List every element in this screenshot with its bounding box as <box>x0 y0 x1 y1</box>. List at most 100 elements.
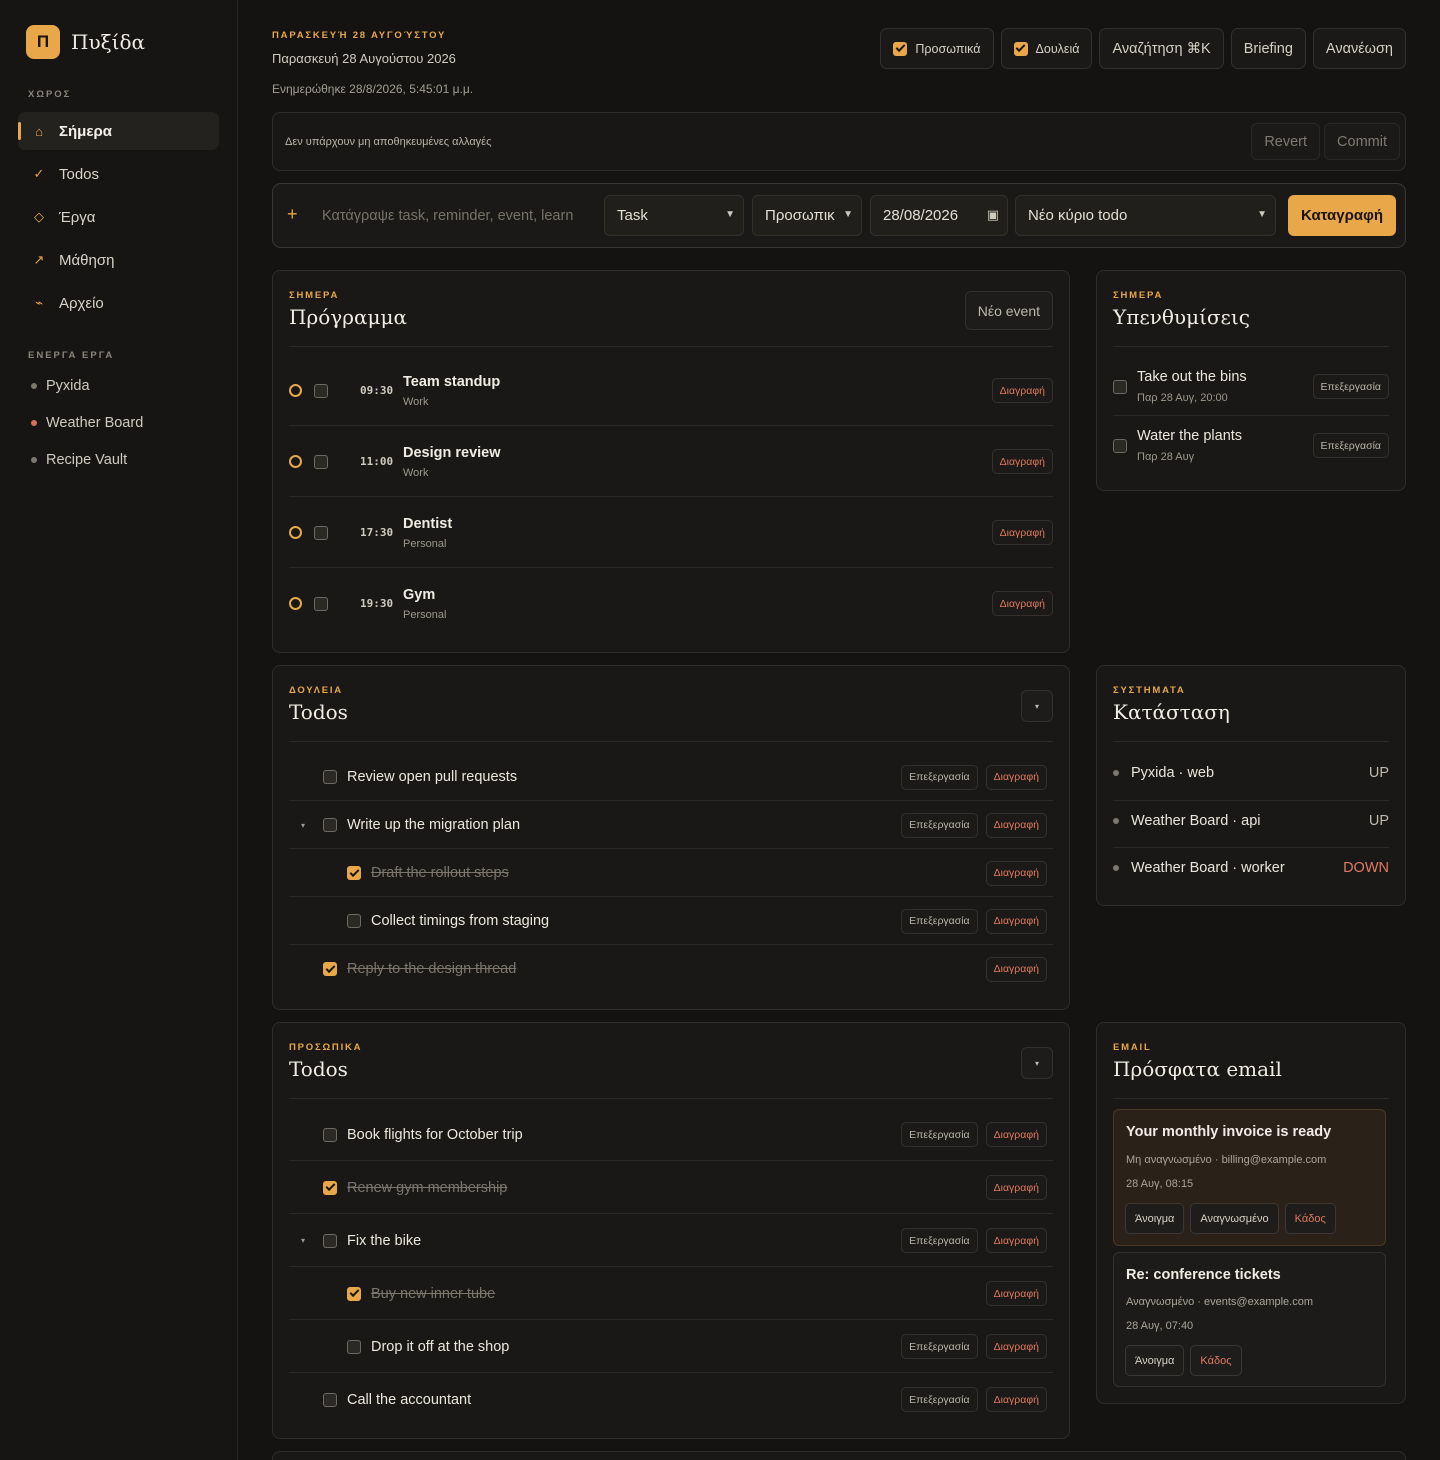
date-input[interactable]: 28/08/2026 ▣ <box>870 195 1008 236</box>
filter-work-toggle[interactable]: Δουλειά <box>1000 28 1093 69</box>
delete-button[interactable]: Διαγραφή <box>985 860 1047 886</box>
refresh-button[interactable]: Ανανέωση <box>1312 28 1406 69</box>
brand[interactable]: Π Πυξίδα <box>26 25 145 59</box>
project-item-weather-board[interactable]: Weather Board <box>31 415 143 431</box>
reminder-row[interactable]: Take out the bins Παρ 28 Αυγ, 20:00 Επεξ… <box>1113 357 1389 416</box>
reminder-row[interactable]: Water the plants Παρ 28 Αυγ Επεξεργασία <box>1113 416 1389 475</box>
parent-todo-select[interactable]: Νέο κύριο todo ▼ <box>1015 195 1276 236</box>
edit-button[interactable]: Επεξεργασία <box>901 1334 978 1359</box>
delete-button[interactable]: Διαγραφή <box>985 812 1047 838</box>
todo-row[interactable]: Review open pull requests Επεξεργασία Δι… <box>289 753 1053 801</box>
delete-button[interactable]: Διαγραφή <box>985 908 1047 934</box>
reminder-checkbox[interactable] <box>1113 438 1127 453</box>
trash-button[interactable]: Κάδος <box>1190 1345 1242 1376</box>
event-row[interactable]: 11:00 Design review Work Διαγραφή <box>289 426 1053 497</box>
todo-checkbox-checked[interactable] <box>323 962 337 976</box>
todo-checkbox[interactable] <box>323 1392 337 1407</box>
scope-select[interactable]: Προσωπικ ▼ <box>752 195 862 236</box>
event-checkbox[interactable] <box>314 596 328 611</box>
divider <box>1113 800 1389 801</box>
delete-button[interactable]: Διαγραφή <box>985 1334 1047 1359</box>
event-row[interactable]: 09:30 Team standup Work Διαγραφή <box>289 355 1053 426</box>
expand-caret-icon[interactable]: ▾ <box>301 821 305 830</box>
todo-row[interactable]: Reply to the design thread Διαγραφή <box>289 945 1053 993</box>
search-button[interactable]: Αναζήτηση ⌘K <box>1099 28 1224 69</box>
checkbox-checked[interactable] <box>893 41 908 56</box>
delete-button[interactable]: Διαγραφή <box>985 1281 1047 1306</box>
event-row[interactable]: 19:30 Gym Personal Διαγραφή <box>289 568 1053 639</box>
checkbox-checked[interactable] <box>1013 41 1028 56</box>
delete-button[interactable]: Διαγραφή <box>991 591 1053 616</box>
todo-checkbox[interactable] <box>347 914 361 928</box>
todo-row-child[interactable]: Buy new inner tube Διαγραφή <box>289 1267 1053 1320</box>
event-row[interactable]: 17:30 Dentist Personal Διαγραφή <box>289 497 1053 568</box>
todo-checkbox[interactable] <box>323 770 337 784</box>
todo-checkbox[interactable] <box>323 1233 337 1248</box>
reminder-title: Water the plants <box>1137 428 1243 444</box>
email-item[interactable]: Re: conference tickets Αναγνωσμένο · eve… <box>1113 1252 1386 1387</box>
project-item-pyxida[interactable]: Pyxida <box>31 378 90 394</box>
filter-personal-toggle[interactable]: Προσωπικά <box>880 28 994 69</box>
sidebar-item-today[interactable]: ⌂ Σήμερα <box>18 112 219 150</box>
edit-button[interactable]: Επεξεργασία <box>1312 374 1389 399</box>
delete-button[interactable]: Διαγραφή <box>985 1228 1047 1253</box>
collapse-button[interactable]: ▾ <box>1021 1047 1053 1079</box>
edit-button[interactable]: Επεξεργασία <box>901 812 978 838</box>
edit-button[interactable]: Επεξεργασία <box>901 908 978 934</box>
trash-button[interactable]: Κάδος <box>1284 1203 1336 1234</box>
edit-button[interactable]: Επεξεργασία <box>901 1387 978 1412</box>
email-subject: Your monthly invoice is ready <box>1126 1124 1332 1140</box>
capture-input[interactable]: Κατάγραψε task, reminder, event, learn <box>322 208 573 224</box>
edit-button[interactable]: Επεξεργασία <box>901 764 978 790</box>
todo-checkbox[interactable] <box>347 1339 361 1354</box>
todo-row-child[interactable]: Drop it off at the shop Επεξεργασία Διαγ… <box>289 1320 1053 1373</box>
collapse-button[interactable]: ▾ <box>1021 690 1053 722</box>
delete-button[interactable]: Διαγραφή <box>985 764 1047 790</box>
sidebar-item-projects[interactable]: ◇ Έργα <box>18 198 219 236</box>
todo-row[interactable]: ▾ Fix the bike Επεξεργασία Διαγραφή <box>289 1214 1053 1267</box>
delete-button[interactable]: Διαγραφή <box>991 449 1053 474</box>
open-email-button[interactable]: Άνοιγμα <box>1125 1203 1185 1234</box>
sidebar-item-learning[interactable]: ↗ Μάθηση <box>18 241 219 279</box>
mark-read-button[interactable]: Αναγνωσμένο <box>1190 1203 1279 1234</box>
revert-button[interactable]: Revert <box>1251 123 1321 160</box>
edit-button[interactable]: Επεξεργασία <box>901 1228 978 1253</box>
todo-row[interactable]: Book flights for October trip Επεξεργασί… <box>289 1108 1053 1161</box>
todo-checkbox-checked[interactable] <box>347 1286 361 1301</box>
capture-submit-button[interactable]: Καταγραφή <box>1288 195 1396 236</box>
todo-checkbox-checked[interactable] <box>347 866 361 880</box>
todo-checkbox-checked[interactable] <box>323 1180 337 1195</box>
new-event-button[interactable]: Νέο event <box>964 291 1053 330</box>
delete-button[interactable]: Διαγραφή <box>991 520 1053 545</box>
delete-button[interactable]: Διαγραφή <box>985 956 1047 982</box>
todo-row[interactable]: ▾ Write up the migration plan Επεξεργασί… <box>289 801 1053 849</box>
sidebar-item-todos[interactable]: ✓ Todos <box>18 155 219 193</box>
delete-button[interactable]: Διαγραφή <box>991 378 1053 403</box>
app-logo: Π <box>26 25 60 59</box>
delete-button[interactable]: Διαγραφή <box>985 1175 1047 1200</box>
todo-row-child[interactable]: Draft the rollout steps Διαγραφή <box>289 849 1053 897</box>
edit-button[interactable]: Επεξεργασία <box>901 1122 978 1147</box>
edit-button[interactable]: Επεξεργασία <box>1312 433 1389 458</box>
reminder-checkbox[interactable] <box>1113 379 1127 394</box>
type-select[interactable]: Task ▼ <box>604 195 744 236</box>
sidebar-item-label: Todos <box>59 165 100 183</box>
status-dot <box>31 420 37 426</box>
delete-button[interactable]: Διαγραφή <box>985 1122 1047 1147</box>
todo-row[interactable]: Renew gym membership Διαγραφή <box>289 1161 1053 1214</box>
commit-button[interactable]: Commit <box>1324 123 1400 160</box>
event-checkbox[interactable] <box>314 525 328 540</box>
todo-checkbox[interactable] <box>323 1127 337 1142</box>
todo-row-child[interactable]: Collect timings from staging Επεξεργασία… <box>289 897 1053 945</box>
briefing-button[interactable]: Briefing <box>1230 28 1306 69</box>
open-email-button[interactable]: Άνοιγμα <box>1125 1345 1185 1376</box>
todo-checkbox[interactable] <box>323 818 337 832</box>
delete-button[interactable]: Διαγραφή <box>985 1387 1047 1412</box>
project-item-recipe-vault[interactable]: Recipe Vault <box>31 452 127 468</box>
email-item-unread[interactable]: Your monthly invoice is ready Μη αναγνωσ… <box>1113 1109 1386 1246</box>
expand-caret-icon[interactable]: ▾ <box>301 1236 305 1245</box>
event-checkbox[interactable] <box>314 383 328 398</box>
todo-row[interactable]: Call the accountant Επεξεργασία Διαγραφή <box>289 1373 1053 1426</box>
sidebar-item-archive[interactable]: ⌁ Αρχείο <box>18 284 219 322</box>
event-checkbox[interactable] <box>314 454 328 469</box>
